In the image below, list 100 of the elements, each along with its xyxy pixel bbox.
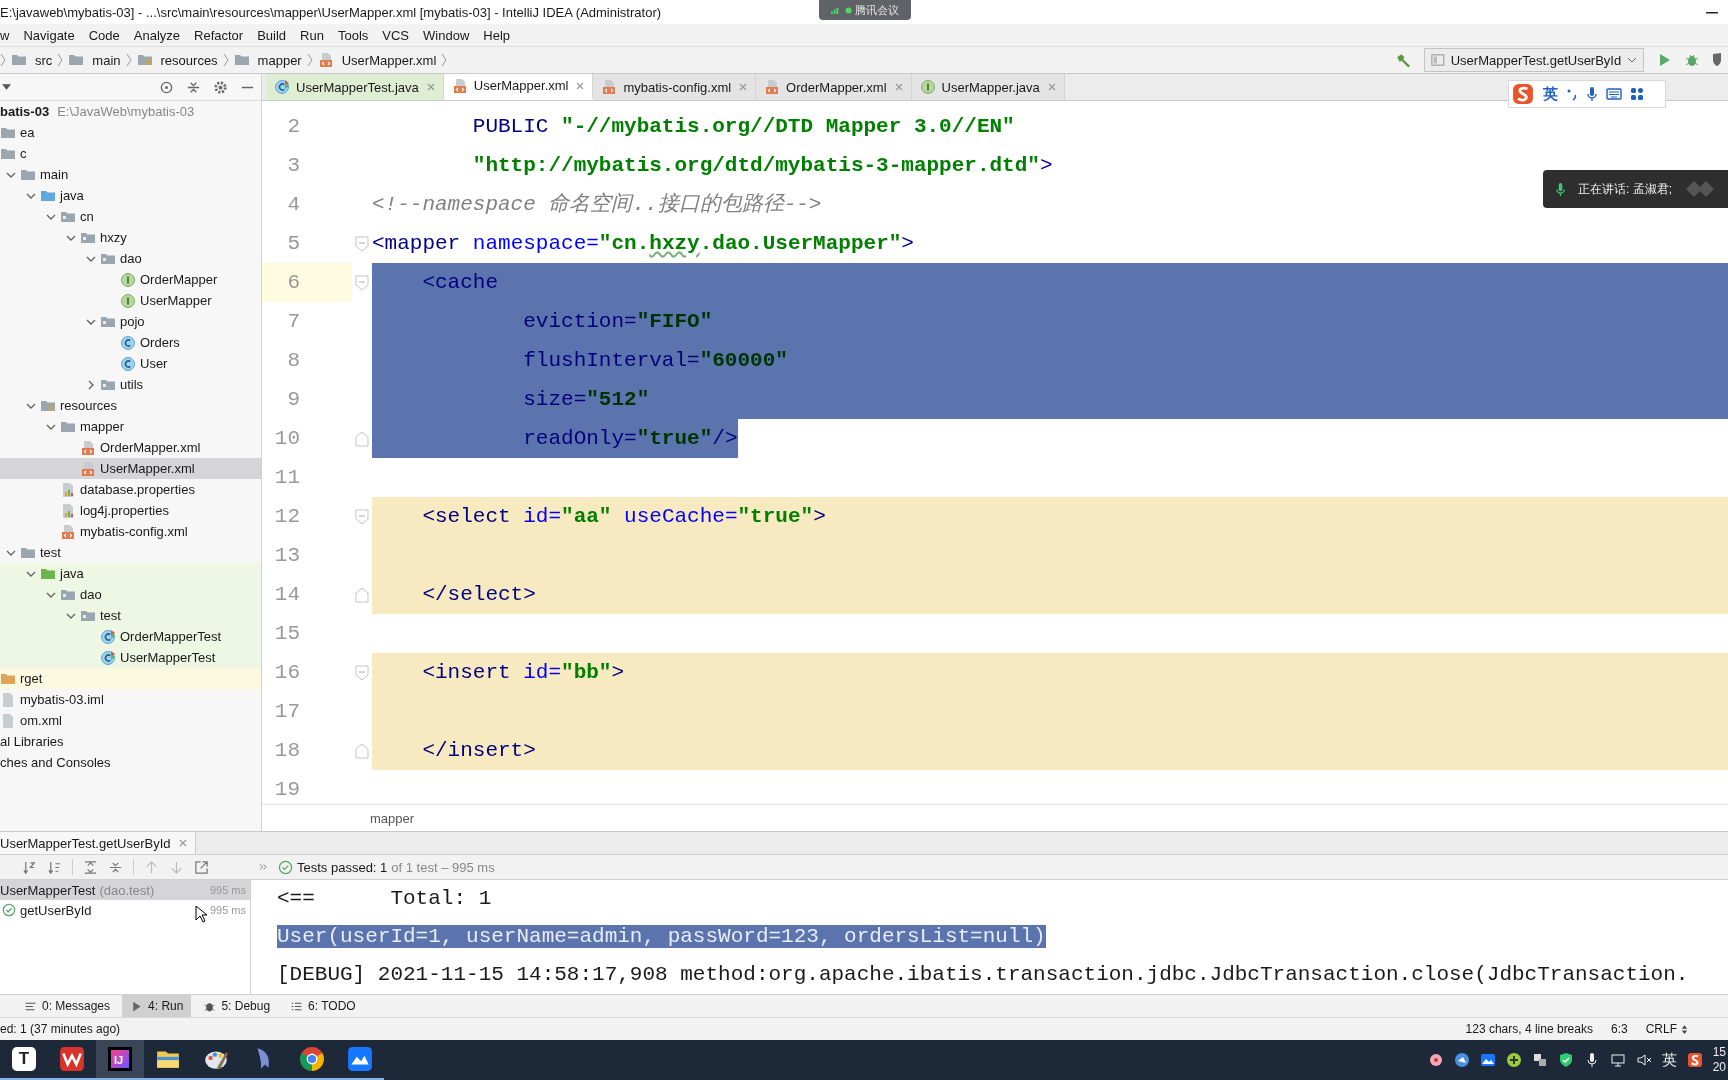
- menu-item[interactable]: w: [0, 27, 10, 43]
- tree-item[interactable]: utils: [120, 377, 144, 392]
- selected-tree-row[interactable]: UserMapper.xml: [0, 458, 261, 479]
- editor-tab[interactable]: UserMapper.java: [911, 74, 1065, 100]
- menu-item[interactable]: Build: [257, 27, 287, 43]
- tree-item[interactable]: test: [40, 545, 61, 560]
- tool-window-button[interactable]: 4: Run: [122, 995, 192, 1017]
- fold-marker-icon[interactable]: [355, 430, 369, 447]
- microphone-icon[interactable]: [1586, 86, 1598, 102]
- clock-time[interactable]: 15: [1712, 1045, 1726, 1060]
- caret-icon[interactable]: [2, 84, 11, 90]
- tree-item[interactable]: mybatis-03.iml: [20, 692, 104, 707]
- settings-icon[interactable]: [213, 79, 228, 95]
- fold-marker-icon[interactable]: [355, 664, 369, 681]
- tree-item[interactable]: mapper: [80, 419, 125, 434]
- input-mode[interactable]: 英: [1543, 84, 1558, 104]
- status-item[interactable]: 123 chars, 4 line breaks: [1465, 1022, 1593, 1036]
- tree-item[interactable]: ea: [20, 125, 35, 140]
- fold-marker-icon[interactable]: [355, 586, 369, 603]
- menu-item[interactable]: Code: [88, 27, 120, 43]
- close-icon[interactable]: [576, 81, 585, 90]
- grid-icon[interactable]: [1630, 87, 1644, 101]
- menu-item[interactable]: Navigate: [23, 27, 75, 43]
- bird-icon[interactable]: [1453, 1052, 1470, 1068]
- crosshair-icon[interactable]: [159, 79, 174, 95]
- sort-icon[interactable]: [47, 859, 62, 875]
- clock-date[interactable]: 20: [1712, 1060, 1726, 1075]
- breadcrumb-item[interactable]: src: [11, 52, 53, 68]
- tree-item[interactable]: al Libraries: [0, 734, 64, 749]
- tree-item[interactable]: cn: [80, 209, 94, 224]
- tree-item[interactable]: main: [40, 167, 69, 182]
- breadcrumb-item[interactable]: UserMapper.xml: [317, 52, 437, 68]
- tree-item[interactable]: UserMapper.xml: [100, 461, 195, 476]
- tree-item[interactable]: java: [60, 188, 84, 203]
- editor-tab[interactable]: UserMapperTest.java: [266, 74, 444, 100]
- input-method-indicator[interactable]: 英: [1661, 1050, 1677, 1070]
- fold-marker-icon[interactable]: [355, 235, 369, 252]
- menu-item[interactable]: Run: [300, 27, 324, 43]
- mountain-icon[interactable]: [1479, 1052, 1496, 1068]
- status-item[interactable]: 6:3: [1610, 1022, 1628, 1036]
- tree-item[interactable]: mybatis-config.xml: [80, 524, 188, 539]
- export-icon[interactable]: [194, 859, 209, 875]
- sort-alphabetically-icon[interactable]: [22, 859, 37, 875]
- tree-item[interactable]: om.xml: [20, 713, 62, 728]
- taskbar-app[interactable]: IJ: [96, 1040, 144, 1080]
- tree-item[interactable]: log4j.properties: [80, 503, 169, 518]
- tree-item[interactable]: resources: [60, 398, 118, 413]
- fold-marker-icon[interactable]: [355, 274, 369, 291]
- editor-tab[interactable]: UserMapper.xml: [443, 74, 594, 100]
- tree-item[interactable]: UserMapper: [140, 293, 212, 308]
- tree-item[interactable]: pojo: [120, 314, 145, 329]
- breadcrumb-item[interactable]: main: [68, 52, 121, 68]
- editor-tab[interactable]: OrderMapper.xml: [756, 74, 912, 100]
- sogou-logo-icon[interactable]: [1686, 1052, 1703, 1068]
- plus-icon[interactable]: [1505, 1052, 1522, 1068]
- tool-window-button[interactable]: 0: Messages: [16, 995, 119, 1017]
- tree-item[interactable]: batis-03: [0, 104, 50, 119]
- shield-icon[interactable]: [1557, 1052, 1574, 1068]
- keyboard-icon[interactable]: [1606, 88, 1622, 100]
- breadcrumb-item[interactable]: mapper: [233, 52, 302, 68]
- menu-item[interactable]: Analyze: [133, 27, 181, 43]
- tree-item[interactable]: java: [60, 566, 84, 581]
- tree-item[interactable]: hxzy: [100, 230, 127, 245]
- tree-item[interactable]: c: [20, 146, 27, 161]
- tree-item[interactable]: rget: [20, 671, 43, 686]
- minimize-icon[interactable]: [1706, 12, 1718, 14]
- punctuation-icon[interactable]: [1566, 87, 1578, 101]
- menu-item[interactable]: VCS: [382, 27, 410, 43]
- test-name[interactable]: getUserById: [20, 902, 92, 918]
- fold-marker-icon[interactable]: [355, 508, 369, 525]
- test-name[interactable]: UserMapperTest: [0, 882, 96, 898]
- close-icon[interactable]: [178, 839, 187, 847]
- menu-item[interactable]: Tools: [337, 27, 369, 43]
- flower-icon[interactable]: [1427, 1052, 1444, 1068]
- selected-test-row[interactable]: UserMapperTest (dao.test) 995 ms: [0, 880, 250, 900]
- meeting-badge[interactable]: 腾讯会议: [819, 0, 911, 20]
- tree-item[interactable]: OrderMapper: [140, 272, 218, 287]
- expand-all-icon[interactable]: [83, 859, 98, 875]
- menu-item[interactable]: Refactor: [194, 27, 244, 43]
- breadcrumb-item[interactable]: resources: [136, 52, 218, 68]
- more-icon[interactable]: [259, 863, 268, 871]
- network-icon[interactable]: [1609, 1052, 1626, 1068]
- taskbar-app[interactable]: T: [0, 1040, 48, 1080]
- tree-item[interactable]: ches and Consoles: [0, 755, 111, 770]
- hammer-icon[interactable]: [1395, 51, 1412, 69]
- tree-item[interactable]: dao: [80, 587, 102, 602]
- tree-item[interactable]: User: [140, 356, 168, 371]
- breadcrumb-item[interactable]: mapper: [370, 810, 415, 826]
- tree-item[interactable]: test: [100, 608, 121, 623]
- run-configuration-dropdown[interactable]: UserMapperTest.getUserById: [1424, 48, 1644, 72]
- windows-icon[interactable]: [1531, 1052, 1548, 1068]
- fold-marker-icon[interactable]: [355, 742, 369, 759]
- tool-window-button[interactable]: 5: Debug: [195, 995, 279, 1017]
- tree-item[interactable]: OrderMapper.xml: [100, 440, 201, 455]
- status-item[interactable]: CRLF: [1645, 1022, 1677, 1036]
- tree-item[interactable]: Orders: [140, 335, 180, 350]
- tree-item[interactable]: dao: [120, 251, 142, 266]
- tree-item[interactable]: database.properties: [80, 482, 195, 497]
- run-tab[interactable]: UserMapperTest.getUserById: [0, 832, 196, 854]
- muted-speaker-icon[interactable]: [1635, 1052, 1652, 1068]
